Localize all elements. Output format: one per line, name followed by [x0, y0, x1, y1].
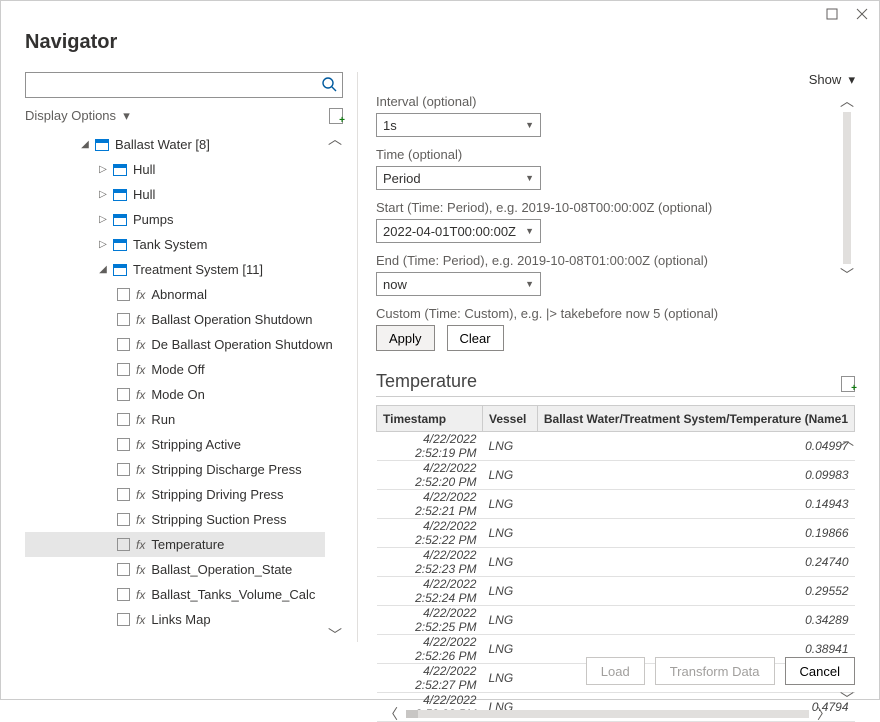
checkbox[interactable]: [117, 488, 130, 501]
table-row[interactable]: 4/22/2022 2:52:21 PMLNG0.14943: [377, 490, 855, 519]
time-combo[interactable]: Period▼: [376, 166, 541, 190]
tree-item[interactable]: fxAbnormal: [25, 282, 325, 307]
tree-item[interactable]: fxStripping Discharge Press: [25, 457, 325, 482]
table-icon: [113, 239, 127, 251]
fx-icon: fx: [136, 313, 145, 327]
close-icon[interactable]: [855, 7, 869, 21]
clear-button[interactable]: Clear: [447, 325, 504, 351]
tree-item[interactable]: fxBallast Operation Shutdown: [25, 307, 325, 332]
chevron-down-icon: ▼: [525, 173, 534, 183]
new-query-icon[interactable]: [329, 108, 343, 124]
column-header[interactable]: Timestamp: [377, 406, 483, 432]
tree-item[interactable]: fxStripping Suction Press: [25, 507, 325, 532]
tree-item[interactable]: ◢Treatment System [11]: [25, 257, 325, 282]
fx-icon: fx: [136, 538, 145, 552]
preview-title: Temperature: [376, 371, 477, 392]
tree-item[interactable]: fxLinks Map: [25, 607, 325, 632]
table-icon: [113, 189, 127, 201]
end-label: End (Time: Period), e.g. 2019-10-08T01:0…: [376, 253, 835, 268]
tree-item[interactable]: ▷Tank System: [25, 232, 325, 257]
interval-combo[interactable]: 1s▼: [376, 113, 541, 137]
start-label: Start (Time: Period), e.g. 2019-10-08T00…: [376, 200, 835, 215]
fx-icon: fx: [136, 288, 145, 302]
scroll-down-icon[interactable]: ﹀: [328, 628, 342, 642]
apply-button[interactable]: Apply: [376, 325, 435, 351]
scroll-down-icon[interactable]: ﹀: [840, 268, 854, 282]
custom-label: Custom (Time: Custom), e.g. |> takebefor…: [376, 306, 835, 321]
time-label: Time (optional): [376, 147, 835, 162]
table-row[interactable]: 4/22/2022 2:52:24 PMLNG0.29552: [377, 577, 855, 606]
checkbox[interactable]: [117, 288, 130, 301]
add-preview-icon[interactable]: [841, 376, 855, 392]
fx-icon: fx: [136, 488, 145, 502]
search-input[interactable]: [25, 72, 343, 98]
fx-icon: fx: [136, 563, 145, 577]
checkbox[interactable]: [117, 313, 130, 326]
scroll-right-icon[interactable]: 〉: [817, 707, 831, 721]
table-row[interactable]: 4/22/2022 2:52:19 PMLNG0.04997: [377, 432, 855, 461]
table-icon: [113, 264, 127, 276]
cancel-button[interactable]: Cancel: [785, 657, 855, 685]
scroll-up-icon[interactable]: ︿: [328, 132, 342, 146]
checkbox[interactable]: [117, 388, 130, 401]
tree-item[interactable]: ▷Hull: [25, 157, 325, 182]
start-combo[interactable]: 2022-04-01T00:00:00Z▼: [376, 219, 541, 243]
tree-item[interactable]: fxStripping Active: [25, 432, 325, 457]
checkbox[interactable]: [117, 438, 130, 451]
maximize-icon[interactable]: [825, 7, 839, 21]
fx-icon: fx: [136, 513, 145, 527]
checkbox[interactable]: [117, 588, 130, 601]
scroll-left-icon[interactable]: 〈: [384, 707, 398, 721]
checkbox[interactable]: [117, 463, 130, 476]
fx-icon: fx: [136, 438, 145, 452]
load-button: Load: [586, 657, 645, 685]
display-options-dropdown[interactable]: Display Options ▾: [25, 108, 130, 124]
chevron-down-icon: ▼: [525, 226, 534, 236]
table-icon: [113, 214, 127, 226]
tree-item[interactable]: fxRun: [25, 407, 325, 432]
checkbox[interactable]: [117, 513, 130, 526]
tree-item[interactable]: fxStripping Driving Press: [25, 482, 325, 507]
fx-icon: fx: [136, 463, 145, 477]
fx-icon: fx: [136, 388, 145, 402]
tree-item[interactable]: fxMode On: [25, 382, 325, 407]
tree-item[interactable]: fxMode Off: [25, 357, 325, 382]
checkbox[interactable]: [117, 413, 130, 426]
fx-icon: fx: [136, 338, 145, 352]
tree-item[interactable]: ▷Pumps: [25, 207, 325, 232]
tree-item[interactable]: fxBallast_Tanks_Volume_Calc: [25, 582, 325, 607]
fx-icon: fx: [136, 413, 145, 427]
column-header[interactable]: Ballast Water/Treatment System/Temperatu…: [537, 406, 854, 432]
table-row[interactable]: 4/22/2022 2:52:25 PMLNG0.34289: [377, 606, 855, 635]
checkbox[interactable]: [117, 538, 130, 551]
search-icon[interactable]: [321, 76, 337, 95]
chevron-down-icon: ▼: [525, 120, 534, 130]
tree-item[interactable]: ◢Ballast Water [8]: [25, 132, 325, 157]
table-row[interactable]: 4/22/2022 2:52:20 PMLNG0.09983: [377, 461, 855, 490]
table-row[interactable]: 4/22/2022 2:52:23 PMLNG0.24740: [377, 548, 855, 577]
end-combo[interactable]: now▼: [376, 272, 541, 296]
scroll-up-icon[interactable]: ︿: [840, 433, 854, 447]
interval-label: Interval (optional): [376, 94, 835, 109]
chevron-down-icon: ▼: [525, 279, 534, 289]
checkbox[interactable]: [117, 563, 130, 576]
page-title: Navigator: [1, 27, 879, 72]
show-dropdown[interactable]: Show ▾: [809, 72, 855, 87]
tree-item[interactable]: ▷Hull: [25, 182, 325, 207]
checkbox[interactable]: [117, 338, 130, 351]
fx-icon: fx: [136, 613, 145, 627]
table-row[interactable]: 4/22/2022 2:52:22 PMLNG0.19866: [377, 519, 855, 548]
table-icon: [113, 164, 127, 176]
transform-button: Transform Data: [655, 657, 775, 685]
table-icon: [95, 139, 109, 151]
checkbox[interactable]: [117, 363, 130, 376]
fx-icon: fx: [136, 588, 145, 602]
column-header[interactable]: Vessel: [482, 406, 537, 432]
scroll-up-icon[interactable]: ︿: [840, 94, 854, 108]
checkbox[interactable]: [117, 613, 130, 626]
fx-icon: fx: [136, 363, 145, 377]
tree-item[interactable]: fxDe Ballast Operation Shutdown: [25, 332, 325, 357]
tree-item[interactable]: fxTemperature: [25, 532, 325, 557]
tree-item[interactable]: fxBallast_Operation_State: [25, 557, 325, 582]
